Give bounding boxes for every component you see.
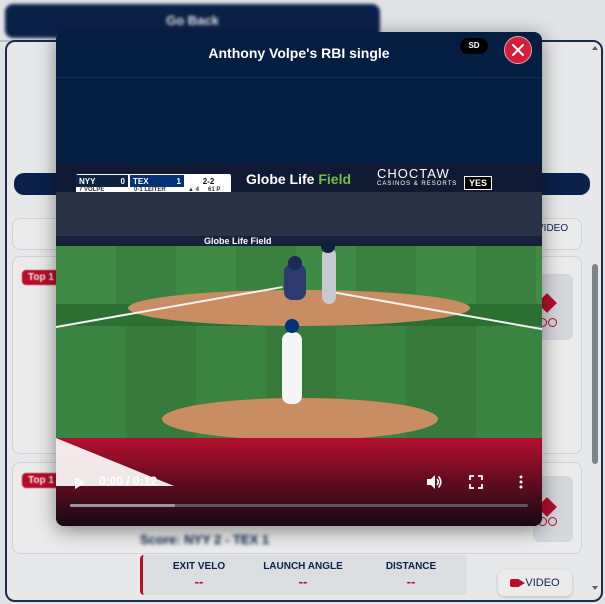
quality-badge[interactable]: SD [460, 38, 488, 54]
catcher-helmet [288, 256, 302, 270]
ad-boards: Globe Life Field CHOCTAW CASINOS & RESOR… [246, 167, 458, 190]
close-button[interactable] [504, 36, 532, 64]
stands-sign: Globe Life Field [204, 236, 272, 246]
batter [322, 248, 336, 304]
progress-bar[interactable] [70, 504, 528, 507]
fullscreen-icon[interactable] [469, 475, 483, 489]
yes-network-logo: YES [464, 176, 493, 190]
home-team: TEX [133, 176, 149, 186]
play-icon[interactable] [72, 476, 86, 490]
away-score: 0 [120, 176, 125, 186]
modal-header-divider [56, 77, 542, 78]
video-modal: Anthony Volpe's RBI single SD Globe Life… [56, 32, 542, 526]
stands-wall [56, 236, 542, 246]
scorebug-home: TEX 1 [130, 175, 184, 187]
time-display: 0:00 / 0:12 [99, 474, 158, 488]
scorebug-away: NYY 0 [76, 175, 128, 187]
home-score: 1 [176, 176, 181, 186]
more-options-icon[interactable] [514, 475, 528, 489]
ad-field-text: Field [318, 171, 352, 187]
away-team: NYY [79, 176, 96, 186]
ad-globe-life: Globe Life Field [246, 171, 351, 187]
batter-helmet [321, 240, 335, 253]
progress-buffered [70, 504, 176, 507]
video-frame[interactable]: Globe Life Field CHOCTAW CASINOS & RESOR… [56, 164, 542, 438]
ad-choctaw-sub: CASINOS & RESORTS [377, 181, 458, 187]
pitchers-mound [162, 398, 438, 438]
ad-choctaw: CHOCTAW CASINOS & RESORTS [377, 167, 458, 190]
scorebug-count: 2-2 [186, 175, 231, 187]
count-text: 2-2 [202, 176, 215, 186]
volume-icon[interactable] [425, 473, 443, 491]
ad-globe-text: Globe Life [246, 171, 319, 187]
pitcher-cap [285, 319, 299, 333]
close-icon [512, 44, 524, 56]
pitcher [282, 332, 302, 404]
